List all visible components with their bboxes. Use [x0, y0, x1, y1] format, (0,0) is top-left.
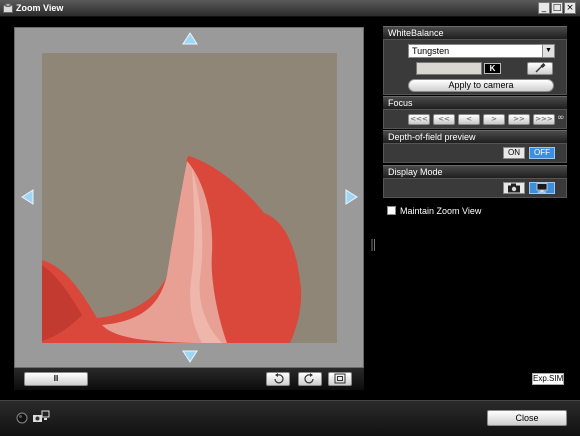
- down-arrow-icon[interactable]: [182, 349, 198, 363]
- exposure-simulation-badge: Exp.SIM: [532, 373, 564, 385]
- maintain-zoom-checkbox[interactable]: [387, 206, 396, 215]
- focus-near-1-button[interactable]: >: [483, 114, 505, 125]
- maintain-zoom-label: Maintain Zoom View: [400, 206, 482, 216]
- maximize-button[interactable]: □: [551, 2, 563, 14]
- rotate-left-icon: [274, 373, 284, 384]
- left-arrow-icon[interactable]: [21, 189, 35, 205]
- pc-monitor-icon: [536, 183, 548, 193]
- eyedropper-button[interactable]: [527, 62, 553, 75]
- dof-preview-panel: ON OFF: [383, 143, 567, 163]
- focus-far-2-button[interactable]: <<: [433, 114, 455, 125]
- dof-on-button[interactable]: ON: [503, 147, 525, 159]
- white-balance-select[interactable]: Tungsten ▼: [408, 44, 555, 58]
- eyedropper-icon: [535, 63, 546, 73]
- dof-preview-header: Depth-of-field preview: [383, 130, 567, 143]
- pc-display-button[interactable]: [529, 182, 555, 194]
- fit-view-icon: [334, 373, 346, 384]
- viewer-toolbar: II: [14, 368, 364, 390]
- focus-near-3-button[interactable]: >>>: [533, 114, 555, 125]
- title-bar: Zoom View _ □ ×: [0, 0, 580, 17]
- app-icon: [3, 3, 13, 13]
- zoom-viewer: [14, 27, 364, 368]
- kelvin-input[interactable]: [416, 62, 482, 75]
- kelvin-unit-label: K: [484, 63, 501, 74]
- up-arrow-icon[interactable]: [182, 32, 198, 46]
- rotate-left-button[interactable]: [266, 372, 290, 386]
- close-window-button[interactable]: ×: [564, 2, 576, 14]
- splitter-grip[interactable]: [371, 239, 376, 251]
- zoom-image[interactable]: [42, 53, 337, 343]
- footer-bar: Close: [0, 400, 580, 436]
- rotate-right-button[interactable]: [298, 372, 322, 386]
- white-balance-selected: Tungsten: [412, 46, 450, 56]
- right-arrow-icon[interactable]: [344, 189, 358, 205]
- infinity-icon: ∞: [557, 113, 565, 123]
- status-indicator-icon: [16, 412, 28, 424]
- camera-icon: [508, 183, 520, 193]
- white-balance-header: WhiteBalance: [383, 26, 567, 39]
- white-balance-panel: Tungsten ▼ K Apply to camera: [383, 39, 567, 95]
- display-mode-header: Display Mode: [383, 165, 567, 178]
- camera-display-button[interactable]: [503, 182, 525, 194]
- pause-button[interactable]: II: [24, 372, 88, 386]
- focus-near-2-button[interactable]: >>: [508, 114, 530, 125]
- focus-panel: <<< << < > >> >>> ∞: [383, 109, 567, 129]
- minimize-button[interactable]: _: [538, 2, 550, 14]
- main-area: II WhiteBalance Tungsten ▼ K Apply to ca…: [0, 17, 580, 400]
- close-button[interactable]: Close: [487, 410, 567, 426]
- focus-far-1-button[interactable]: <: [458, 114, 480, 125]
- rotate-right-icon: [304, 373, 314, 384]
- chevron-down-icon: ▼: [542, 45, 554, 57]
- fit-view-button[interactable]: [328, 372, 352, 386]
- window-title: Zoom View: [16, 3, 64, 13]
- camera-connection-icon: [33, 410, 50, 422]
- apply-to-camera-button[interactable]: Apply to camera: [408, 79, 554, 92]
- focus-far-3-button[interactable]: <<<: [408, 114, 430, 125]
- display-mode-panel: [383, 178, 567, 198]
- focus-header: Focus: [383, 96, 567, 109]
- dof-off-button[interactable]: OFF: [529, 147, 555, 159]
